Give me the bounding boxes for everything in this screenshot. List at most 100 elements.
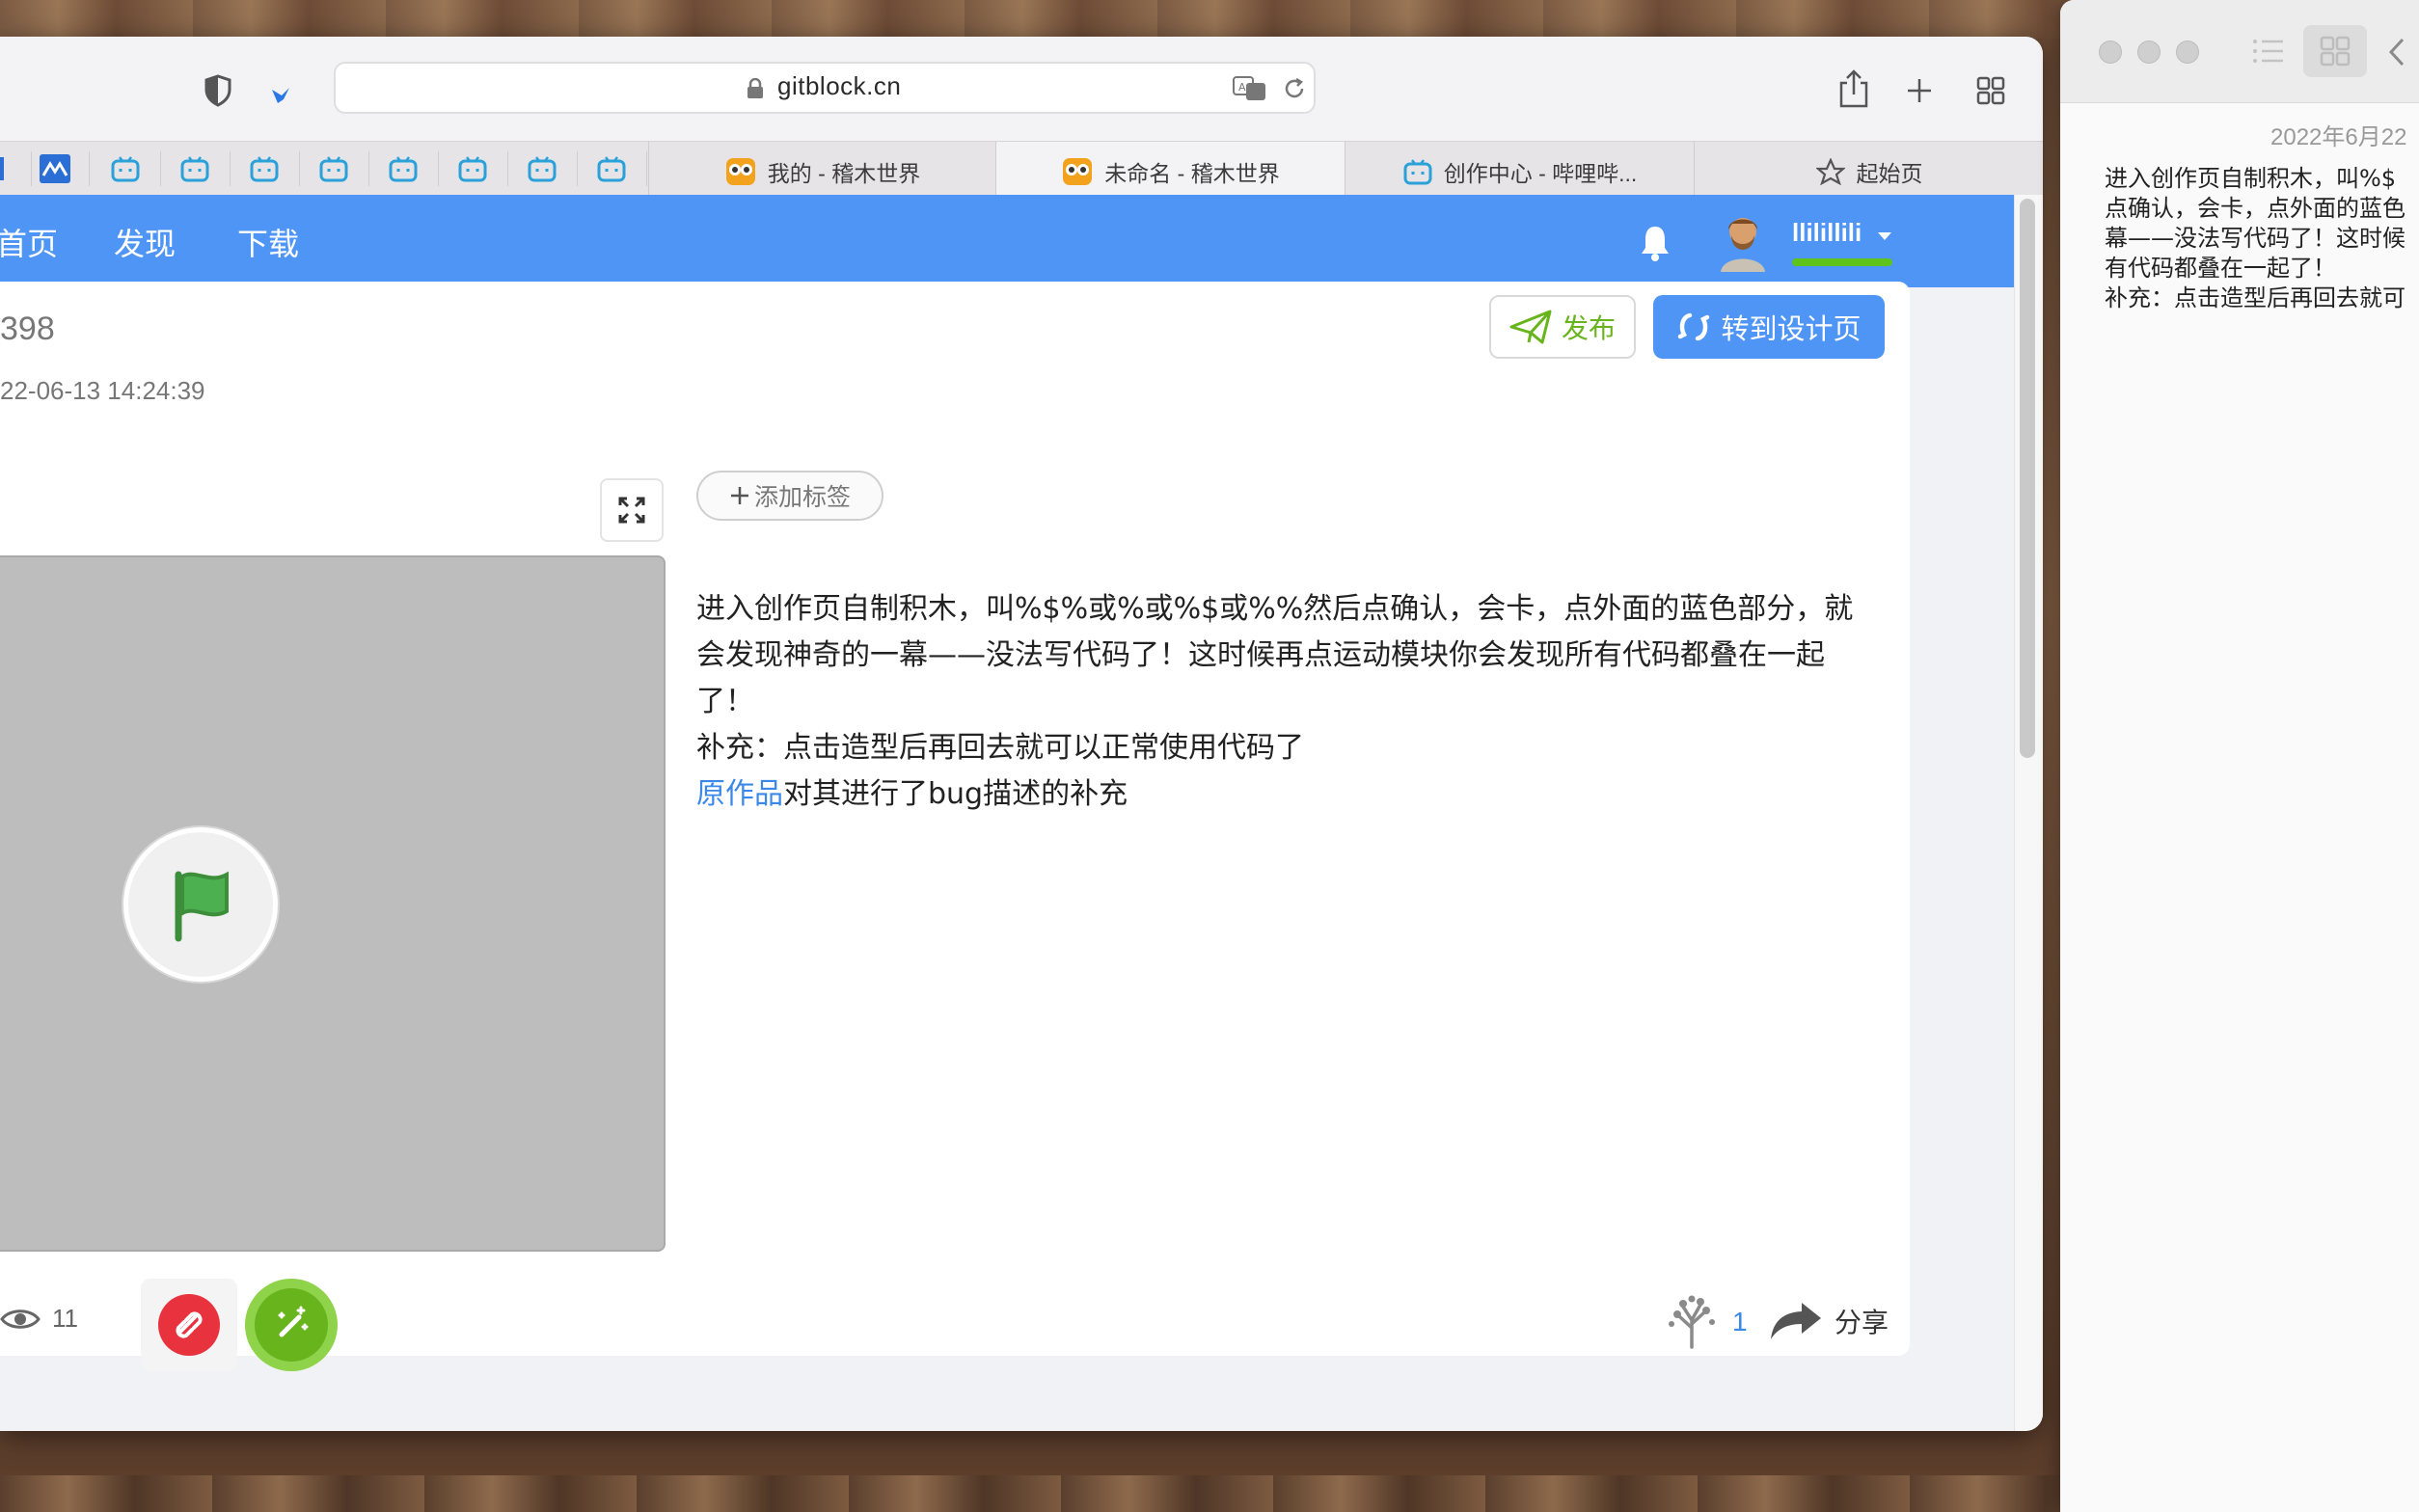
bell-icon[interactable] (1636, 222, 1674, 264)
owl-icon (725, 157, 756, 186)
gallery-view-icon[interactable] (2303, 25, 2367, 77)
nav-home[interactable]: 首页 (0, 220, 58, 264)
pinned-tab-bilibili[interactable] (91, 151, 161, 186)
bilibili-icon (577, 151, 646, 186)
bilibili-icon (91, 151, 160, 186)
notes-toolbar (2060, 0, 2419, 103)
tab-label: 起始页 (1856, 161, 1923, 186)
publish-label: 发布 (1561, 313, 1616, 343)
goto-design-button[interactable]: 转到设计页 (1653, 295, 1885, 359)
magic-wand-button[interactable] (245, 1279, 338, 1371)
publish-button[interactable]: 发布 (1489, 295, 1636, 359)
view-count: 11 (0, 1304, 78, 1334)
tab-untitled-gitblock[interactable]: 未命名 - 稽木世界 (995, 142, 1345, 196)
desktop-wood-bottom (0, 1475, 2419, 1512)
note-date: 2022年6月22 (2270, 124, 2407, 150)
description-paragraph: 进入创作页自制积木，叫%$%或%或%$或%%然后点确认，会卡，点外面的蓝色部分，… (696, 592, 1854, 718)
pinned-tab-gitblock[interactable] (21, 151, 90, 186)
tree-icon[interactable] (1663, 1294, 1721, 1350)
design-label: 转到设计页 (1721, 314, 1862, 345)
sync-icon (1676, 310, 1711, 344)
original-work-note: 对其进行了bug描述的补充 (783, 777, 1128, 811)
original-work-line: 原作品对其进行了bug描述的补充 (696, 771, 1873, 818)
note-line: 幕——没法写代码了！这时候 (2105, 225, 2405, 252)
window-zoom-dot[interactable] (2176, 40, 2199, 64)
bilibili-icon (438, 151, 507, 186)
tab-bilibili-creator[interactable]: 创作中心 - 哔哩哔... (1345, 142, 1695, 196)
chevron-left-icon[interactable] (2382, 33, 2411, 71)
paper-plane-icon (1509, 310, 1552, 344)
view-count-value: 11 (52, 1304, 78, 1333)
pinned-tab-bilibili[interactable] (577, 151, 647, 186)
pinned-tab-bilibili[interactable] (299, 151, 369, 186)
window-minimize-dot[interactable] (2137, 40, 2161, 64)
share-icon[interactable] (1833, 66, 1875, 112)
tab-label: 创作中心 - 哔哩哔... (1443, 161, 1638, 186)
original-work-link[interactable]: 原作品 (696, 777, 783, 811)
bilibili-icon (368, 151, 438, 186)
pinned-tab-bilibili[interactable] (438, 151, 508, 186)
window-close-dot[interactable] (2099, 40, 2122, 64)
add-tag-button[interactable]: 添加标签 (696, 471, 883, 521)
note-body[interactable]: 进入创作页自制积木，叫%$ 点确认，会卡，点外面的蓝色 幕——没法写代码了！这时… (2105, 164, 2419, 313)
plus-icon (729, 485, 750, 506)
eye-icon (0, 1307, 41, 1332)
nav-discover[interactable]: 发现 (114, 220, 176, 264)
nav-download[interactable]: 下载 (237, 220, 299, 264)
project-description: 进入创作页自制积木，叫%$%或%或%$或%%然后点确认，会卡，点外面的蓝色部分，… (696, 586, 1873, 818)
fullscreen-icon[interactable] (600, 478, 664, 542)
browser-toolbar: gitblock.cn A (0, 37, 2043, 141)
bilibili-icon (299, 151, 368, 186)
translate-icon[interactable]: A (1231, 73, 1269, 104)
project-id: 398 (0, 310, 55, 347)
chevron-down-icon[interactable] (1875, 230, 1894, 243)
scrollbar-thumb[interactable] (2020, 199, 2035, 758)
note-line: 进入创作页自制积木，叫%$ (2105, 165, 2397, 192)
extension-bird-icon[interactable] (266, 81, 295, 110)
tab-bar: 我的 - 稽木世界 未命名 - 稽木世界 创作中心 - 哔哩哔... 起始页 (0, 141, 2043, 197)
tree-count: 1 (1732, 1307, 1748, 1336)
new-tab-icon[interactable] (1900, 71, 1939, 110)
avatar[interactable] (1715, 210, 1771, 272)
description-paragraph: 补充：点击造型后再回去就可以正常使用代码了 (696, 731, 1304, 765)
bilibili-icon (230, 151, 299, 186)
copy-link-button[interactable] (141, 1279, 237, 1371)
address-bar[interactable]: gitblock.cn A (334, 62, 1316, 114)
site-header: 首页 发现 下载 llilillili (0, 195, 2014, 287)
pinned-tab-bilibili[interactable] (160, 151, 231, 186)
bilibili-icon (507, 151, 577, 186)
bilibili-icon (160, 151, 230, 186)
tab-label: 未命名 - 稽木世界 (1104, 161, 1280, 186)
list-view-icon[interactable] (2249, 35, 2288, 68)
star-icon (1815, 158, 1845, 185)
owl-icon (1062, 157, 1093, 186)
add-tag-label: 添加标签 (753, 484, 851, 511)
share-label: 分享 (1835, 1308, 1889, 1337)
tab-my-gitblock[interactable]: 我的 - 稽木世界 (648, 142, 996, 196)
tab-overview-icon[interactable] (1971, 71, 2010, 110)
notes-window: 2022年6月22 进入创作页自制积木，叫%$ 点确认，会卡，点外面的蓝色 幕—… (2060, 0, 2419, 1512)
tab-label: 我的 - 稽木世界 (767, 161, 921, 186)
url-text: gitblock.cn (777, 71, 902, 100)
pinned-tab-bilibili[interactable] (507, 151, 578, 186)
note-line: 点确认，会卡，点外面的蓝色 (2105, 195, 2405, 222)
green-flag-icon[interactable] (123, 827, 278, 982)
gitblock-icon (21, 151, 89, 186)
reload-icon[interactable] (1279, 73, 1310, 104)
share-arrow-icon (1769, 1301, 1823, 1341)
pinned-tab-bilibili[interactable] (368, 151, 439, 186)
user-level-bar (1792, 258, 1892, 266)
privacy-shield-icon[interactable] (199, 71, 237, 110)
svg-text:A: A (1238, 81, 1246, 94)
bilibili-icon (1403, 158, 1432, 185)
tab-start-page[interactable]: 起始页 (1694, 142, 2043, 196)
lock-icon (745, 77, 766, 100)
share-button[interactable]: 分享 (1769, 1292, 1889, 1350)
username[interactable]: llilillili (1792, 218, 1862, 248)
note-line: 有代码都叠在一起了！ (2105, 255, 2336, 282)
project-stage[interactable] (0, 555, 666, 1252)
pinned-tab-bilibili[interactable] (230, 151, 300, 186)
desktop-wood-top (0, 0, 2419, 39)
note-line: 补充：点击造型后再回去就可 (2105, 284, 2405, 311)
project-date: 22-06-13 14:24:39 (0, 376, 205, 405)
